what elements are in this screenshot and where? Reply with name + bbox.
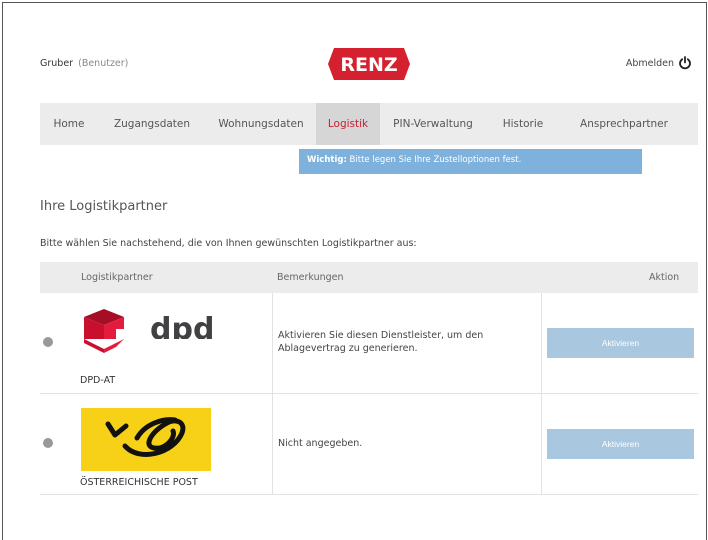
notice-strong: Wichtig: [307,155,347,165]
dpd-cube-logo-icon: dpd [80,309,220,367]
main-nav: Home Zugangsdaten Wohnungsdaten Logistik… [40,103,698,145]
remark-line-1: Nicht angegeben. [278,437,363,449]
nav-logistik[interactable]: Logistik [316,103,380,145]
header-partner: Logistikpartner [81,272,153,283]
partner-cell: dpd DPD-AT [79,293,273,393]
activate-button[interactable]: Aktivieren [547,429,694,459]
notice-banner: Wichtig: Bitte legen Sie Ihre Zustellopt… [299,149,642,174]
post-horn-logo-icon [81,408,211,471]
table-row: ÖSTERREICHISCHE POST Nicht angegeben. Ak… [40,394,698,495]
status-dot [43,438,53,448]
nav-home[interactable]: Home [40,103,98,145]
remark-cell: Aktivieren Sie diesen Dienstleister, um … [278,293,542,393]
top-bar: Gruber (Benutzer) RENZ Abmelden [3,3,706,99]
nav-historie[interactable]: Historie [486,103,560,145]
partner-name: DPD-AT [80,375,116,386]
table-row: dpd DPD-AT Aktivieren Sie diesen Dienstl… [40,293,698,394]
nav-pin-verwaltung[interactable]: PIN-Verwaltung [380,103,486,145]
status-dot [43,337,53,347]
logout-label: Abmelden [625,57,674,69]
logo-text: RENZ [340,54,397,76]
remark-line-2: Ablagevertrag zu generieren. [278,343,418,354]
user-name: Gruber [40,58,74,69]
app-frame: Gruber (Benutzer) RENZ Abmelden Home Zug… [2,2,707,540]
intro-text: Bitte wählen Sie nachstehend, die von Ih… [40,238,417,249]
header-remarks: Bemerkungen [277,272,344,283]
header-action: Aktion [649,272,680,283]
activate-button[interactable]: Aktivieren [547,328,694,358]
table-header: Logistikpartner Bemerkungen Aktion [40,262,698,293]
partner-cell: ÖSTERREICHISCHE POST [79,394,273,494]
user-role: (Benutzer) [78,58,129,69]
partners-table: Logistikpartner Bemerkungen Aktion dpd D… [40,262,698,495]
logout-button[interactable]: Abmelden [626,56,692,70]
notice-text: Bitte legen Sie Ihre Zustelloptionen fes… [346,155,522,165]
power-icon [679,56,691,70]
partner-name: ÖSTERREICHISCHE POST [80,477,198,488]
renz-logo[interactable]: RENZ [328,48,410,80]
user-info: Gruber (Benutzer) [40,58,128,69]
nav-ansprechpartner[interactable]: Ansprechpartner [560,103,688,145]
remark-line-1: Aktivieren Sie diesen Dienstleister, um … [278,330,484,342]
remark-cell: Nicht angegeben. [278,394,542,494]
nav-zugangsdaten[interactable]: Zugangsdaten [98,103,206,145]
nav-wohnungsdaten[interactable]: Wohnungsdaten [206,103,316,145]
page-title: Ihre Logistikpartner [40,199,168,214]
